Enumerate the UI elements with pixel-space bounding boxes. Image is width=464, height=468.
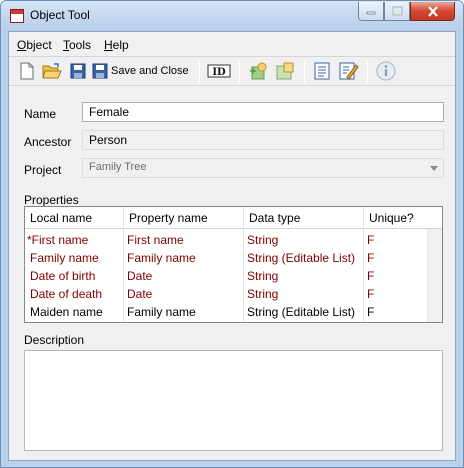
- name-field[interactable]: Female: [82, 102, 444, 122]
- save-button[interactable]: [67, 60, 89, 82]
- cell-data-type: String (Editable List): [247, 251, 356, 265]
- add-object-button[interactable]: [247, 60, 271, 82]
- object-tool-window: Object Tool Object Tools Help Save and C…: [0, 0, 464, 468]
- menu-object[interactable]: Object: [17, 38, 52, 52]
- project-combo[interactable]: Family Tree: [82, 158, 444, 178]
- project-label: Project: [24, 163, 62, 177]
- table-row[interactable]: Date of birth Date String F: [25, 267, 427, 285]
- minimize-icon: [366, 11, 376, 15]
- column-header-data-type[interactable]: Data type: [249, 211, 300, 225]
- cell-unique: F: [367, 269, 375, 283]
- edit-pencil-icon: [339, 62, 359, 80]
- toolbar: Save and Close ID: [9, 56, 455, 86]
- app-icon: [10, 9, 24, 23]
- toolbar-separator: [367, 61, 368, 83]
- cell-property-name: Date: [127, 269, 153, 283]
- close-icon: [427, 5, 438, 17]
- new-button[interactable]: [16, 60, 38, 82]
- column-header-property-name[interactable]: Property name: [129, 211, 208, 225]
- id-card-icon: ID: [207, 64, 231, 78]
- menu-bar: Object Tools Help: [9, 32, 455, 56]
- cell-local-name: Family name: [30, 251, 99, 265]
- window-title: Object Tool: [30, 8, 90, 22]
- id-button[interactable]: ID: [206, 60, 232, 82]
- name-label: Name: [24, 107, 57, 121]
- close-button[interactable]: [410, 2, 455, 21]
- list-button[interactable]: [311, 60, 333, 82]
- table-body: *First name First name String F Family n…: [25, 229, 427, 322]
- cell-unique: F: [367, 287, 375, 301]
- toolbar-separator: [199, 61, 200, 83]
- cell-local-name: Maiden name: [30, 305, 103, 319]
- table-header: Local name Property name Data type Uniqu…: [25, 207, 442, 229]
- properties-label: Properties: [24, 193, 79, 207]
- cell-property-name: Family name: [127, 251, 196, 265]
- id-label: ID: [212, 67, 226, 78]
- object-properties-icon: [276, 62, 294, 80]
- chevron-down-icon: [430, 166, 438, 171]
- table-row[interactable]: Maiden name Family name String (Editable…: [25, 303, 427, 321]
- cell-unique: F: [367, 251, 375, 265]
- menu-tools[interactable]: Tools: [63, 38, 91, 52]
- maximize-icon: [391, 6, 403, 16]
- properties-table[interactable]: Local name Property name Data type Uniqu…: [24, 206, 443, 323]
- toolbar-separator: [304, 61, 305, 83]
- save-disk-icon: [70, 63, 86, 79]
- edit-button[interactable]: [337, 60, 361, 82]
- save-and-close-label: Save and Close: [111, 65, 189, 77]
- description-label: Description: [24, 333, 85, 347]
- column-header-local-name[interactable]: Local name: [30, 211, 92, 225]
- cell-data-type: String: [247, 233, 279, 247]
- open-folder-icon: [42, 63, 62, 79]
- save-and-close-button[interactable]: Save and Close: [92, 60, 194, 82]
- ancestor-field: Person: [82, 130, 444, 150]
- table-row[interactable]: Family name Family name String (Editable…: [25, 249, 427, 267]
- title-bar[interactable]: Object Tool: [1, 1, 463, 31]
- info-button[interactable]: [374, 60, 398, 82]
- menu-help[interactable]: Help: [104, 38, 129, 52]
- cell-local-name: Date of birth: [30, 269, 96, 283]
- ancestor-label: Ancestor: [24, 135, 72, 149]
- cell-local-name: Date of death: [30, 287, 103, 301]
- list-icon: [314, 62, 330, 80]
- table-row[interactable]: *First name First name String F: [25, 231, 427, 249]
- cell-unique: F: [367, 305, 375, 319]
- info-icon: [376, 61, 396, 81]
- edit-object-button[interactable]: [273, 60, 297, 82]
- toolbar-separator: [239, 61, 240, 83]
- cell-property-name: First name: [127, 233, 184, 247]
- cell-unique: F: [367, 233, 375, 247]
- new-document-icon: [20, 62, 34, 80]
- cell-local-name: *First name: [27, 233, 89, 247]
- cell-property-name: Date: [127, 287, 153, 301]
- name-value: Female: [89, 105, 130, 119]
- column-header-unique[interactable]: Unique?: [369, 211, 414, 225]
- client-area: Object Tools Help Save and Close ID Name…: [8, 31, 456, 461]
- description-textarea[interactable]: [24, 350, 443, 451]
- cell-property-name: Family name: [127, 305, 196, 319]
- save-close-icon: [92, 63, 108, 79]
- open-button[interactable]: [41, 60, 63, 82]
- maximize-button[interactable]: [384, 2, 410, 21]
- minimize-button[interactable]: [358, 2, 384, 21]
- cell-data-type: String: [247, 287, 279, 301]
- project-value: Family Tree: [89, 161, 147, 173]
- table-row[interactable]: Date of death Date String F: [25, 285, 427, 303]
- cell-data-type: String: [247, 269, 279, 283]
- add-object-icon: [250, 62, 267, 80]
- ancestor-value: Person: [89, 133, 128, 147]
- cell-data-type: String (Editable List): [247, 305, 356, 319]
- vertical-scrollbar[interactable]: [427, 229, 442, 322]
